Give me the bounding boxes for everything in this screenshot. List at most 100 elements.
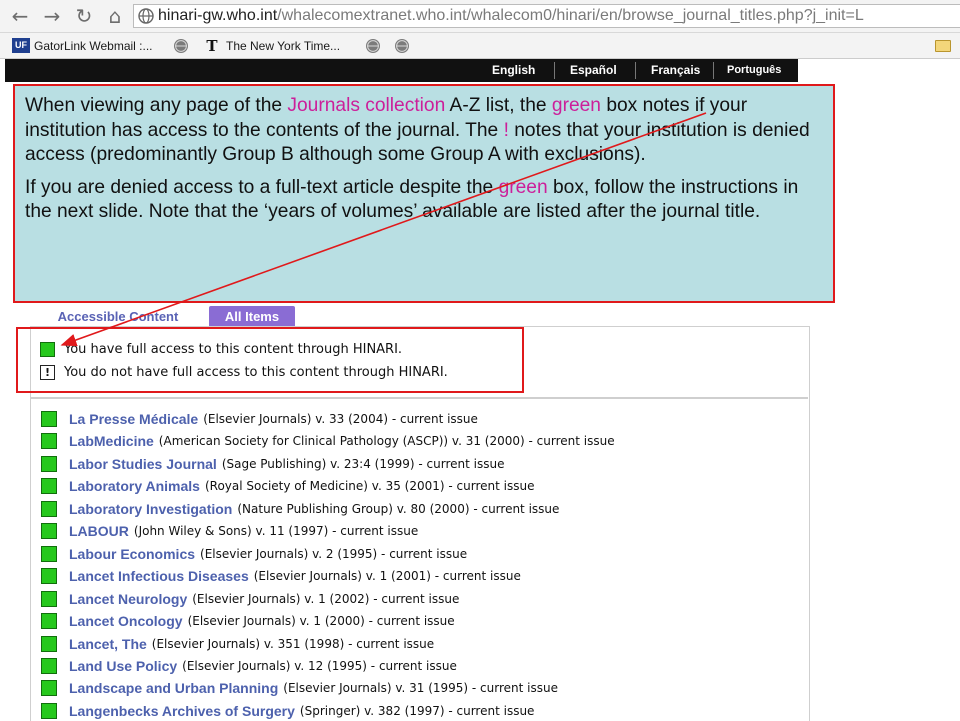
lang-espanol[interactable]: Español (570, 63, 617, 77)
green-access-icon (41, 523, 57, 540)
nyt-icon: T (206, 36, 218, 55)
lang-separator (554, 62, 555, 79)
journal-details: (Sage Publishing) v. 23:4 (1999) - curre… (221, 456, 505, 471)
lang-separator (713, 62, 714, 79)
green-access-icon (41, 500, 57, 517)
journal-title-link[interactable]: Laboratory Investigation (69, 501, 232, 517)
journal-details: (Elsevier Journals) v. 12 (1995) - curre… (182, 658, 457, 673)
uf-icon: UF (12, 38, 30, 53)
journal-details: (Nature Publishing Group) v. 80 (2000) -… (237, 501, 560, 516)
back-icon[interactable]: ← (8, 4, 32, 28)
journal-details: (Elsevier Journals) v. 1 (2002) - curren… (192, 591, 460, 606)
green-access-icon (41, 613, 57, 630)
journal-details: (Royal Society of Medicine) v. 35 (2001)… (204, 479, 535, 494)
journal-title-link[interactable]: Laboratory Animals (69, 478, 200, 494)
journal-row: Labour Economics (Elsevier Journals) v. 2… (41, 545, 467, 563)
globe-icon (174, 38, 188, 53)
tab-all-items[interactable]: All Items (209, 306, 295, 328)
journal-row: Lancet Neurology (Elsevier Journals) v. 1… (41, 590, 459, 608)
journal-row: Lancet Infectious Diseases (Elsevier Jour… (41, 567, 521, 585)
other-bookmarks-folder[interactable] (935, 37, 951, 54)
callout-paragraph-1: When viewing any page of the Journals co… (25, 94, 823, 168)
green-access-icon (41, 635, 57, 652)
instruction-callout: When viewing any page of the Journals co… (13, 84, 835, 303)
green-access-icon (41, 657, 57, 674)
bookmark-gatorlink[interactable]: UF GatorLink Webmail :... (12, 37, 153, 54)
green-access-icon (41, 702, 57, 719)
lang-english[interactable]: English (492, 63, 535, 77)
journal-title-link[interactable]: Lancet Oncology (69, 613, 183, 629)
lang-separator (635, 62, 636, 79)
bookmark-label: GatorLink Webmail :... (34, 38, 153, 53)
journal-row: Langenbecks Archives of Surgery (Springer… (41, 702, 534, 720)
legend-no-access-text: You do not have full access to this cont… (64, 364, 448, 380)
tab-accessible-content[interactable]: Accessible Content (36, 306, 200, 328)
journal-row: La Presse Médicale (Elsevier Journals) v.… (41, 410, 478, 428)
bookmark-globe[interactable] (173, 37, 189, 54)
legend-highlight-box: You have full access to this content thr… (16, 327, 524, 393)
legend-full-access-text: You have full access to this content thr… (64, 341, 403, 357)
journal-title-link[interactable]: Land Use Policy (69, 658, 177, 674)
page-globe-icon (138, 8, 154, 24)
folder-icon (935, 39, 951, 52)
address-bar[interactable]: hinari-gw.who.int/whalecomextranet.who.i… (133, 4, 960, 28)
browser-toolbar: ← → ↻ ⌂ hinari-gw.who.int/whalecomextran… (0, 0, 960, 33)
legend-no-access: ! You do not have full access to this co… (40, 362, 448, 382)
lang-francais[interactable]: Français (651, 63, 700, 77)
callout-text: When viewing any page of the (25, 95, 288, 116)
journal-row: Lancet Oncology (Elsevier Journals) v. 1 … (41, 612, 455, 630)
journal-row: Land Use Policy (Elsevier Journals) v. 12… (41, 657, 457, 675)
green-access-icon (41, 545, 57, 562)
bookmark-nytimes[interactable]: T The New York Time... (204, 36, 341, 55)
journal-title-link[interactable]: LabMedicine (69, 433, 154, 449)
bookmark-globe[interactable] (365, 37, 381, 54)
journal-details: (John Wiley & Sons) v. 11 (1997) - curre… (133, 524, 419, 539)
callout-highlight: green (551, 95, 601, 116)
journal-row: LABOUR (John Wiley & Sons) v. 11 (1997) -… (41, 522, 418, 540)
journal-title-link[interactable]: LABOUR (69, 523, 129, 539)
url-host: hinari-gw.who.int (158, 7, 278, 24)
journal-title-link[interactable]: Labor Studies Journal (69, 456, 217, 472)
journal-details: (Elsevier Journals) v. 2 (1995) - curren… (200, 546, 468, 561)
journal-title-link[interactable]: Lancet, The (69, 636, 147, 652)
callout-text: A-Z list, the (445, 95, 552, 116)
green-access-icon (41, 455, 57, 472)
legend-full-access: You have full access to this content thr… (40, 339, 402, 359)
lang-portugues[interactable]: Português (727, 64, 781, 76)
language-bar: English Español Français Português (5, 59, 798, 82)
journal-row: LabMedicine (American Society for Clinica… (41, 432, 615, 450)
journal-details: (American Society for Clinical Pathology… (158, 434, 615, 449)
journal-title-link[interactable]: Lancet Infectious Diseases (69, 568, 249, 584)
green-access-icon (41, 433, 57, 450)
journal-title-link[interactable]: La Presse Médicale (69, 411, 198, 427)
bookmarks-bar: UF GatorLink Webmail :... T The New York… (0, 33, 960, 59)
green-access-icon (41, 568, 57, 585)
journal-row: Labor Studies Journal (Sage Publishing) v… (41, 455, 504, 473)
green-access-icon (41, 411, 57, 427)
home-icon[interactable]: ⌂ (103, 4, 127, 28)
forward-icon[interactable]: → (40, 4, 64, 28)
callout-highlight: Journals collection (287, 95, 446, 116)
journal-title-link[interactable]: Labour Economics (69, 546, 195, 562)
exclamation-icon: ! (40, 364, 55, 380)
journal-title-link[interactable]: Lancet Neurology (69, 591, 187, 607)
url-path: /whalecomextranet.who.int/whalecom0/hina… (277, 7, 864, 24)
globe-icon (395, 38, 409, 53)
globe-icon (366, 38, 380, 53)
journal-title-link[interactable]: Langenbecks Archives of Surgery (69, 703, 295, 719)
journal-details: (Springer) v. 382 (1997) - current issue (299, 703, 535, 718)
journal-title-link[interactable]: Landscape and Urban Planning (69, 680, 278, 696)
journal-row: Landscape and Urban Planning (Elsevier Jo… (41, 679, 558, 697)
journal-details: (Elsevier Journals) v. 1 (2000) - curren… (187, 614, 455, 629)
journal-details: (Elsevier Journals) v. 1 (2001) - curren… (253, 569, 521, 584)
journal-row: Lancet, The (Elsevier Journals) v. 351 (1… (41, 635, 434, 653)
journal-row: Laboratory Animals (Royal Society of Medi… (41, 477, 534, 495)
bookmark-globe[interactable] (394, 37, 410, 54)
divider (30, 397, 808, 399)
journal-details: (Elsevier Journals) v. 33 (2004) - curre… (203, 412, 478, 426)
green-access-icon (41, 478, 57, 495)
address-url: hinari-gw.who.int/whalecomextranet.who.i… (158, 5, 864, 27)
bookmark-label: The New York Time... (226, 38, 341, 53)
reload-icon[interactable]: ↻ (72, 4, 96, 28)
green-access-icon (40, 341, 55, 357)
